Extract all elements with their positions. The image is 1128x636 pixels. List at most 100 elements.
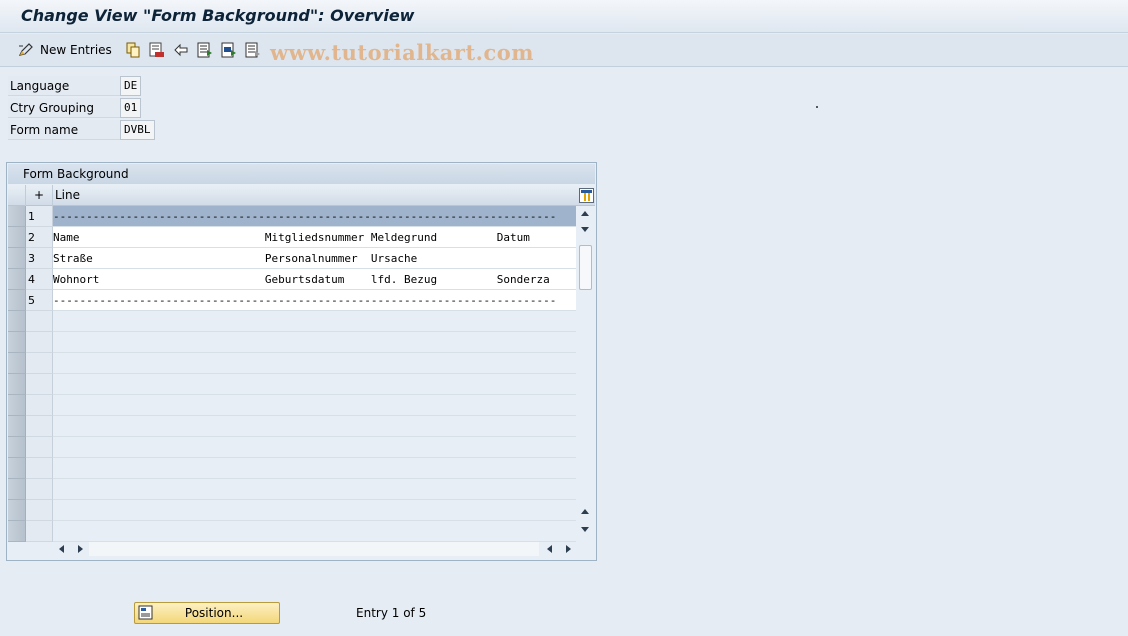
undo-button[interactable] xyxy=(173,40,189,60)
row-number xyxy=(26,521,53,542)
page-down-icon[interactable] xyxy=(581,227,589,232)
empty-row[interactable] xyxy=(8,500,576,521)
vertical-scrollbar[interactable] xyxy=(578,206,593,539)
select-block-button[interactable] xyxy=(221,40,237,60)
empty-row[interactable] xyxy=(8,458,576,479)
ctry-grouping-field[interactable]: 01 xyxy=(120,98,142,118)
row-number xyxy=(26,458,53,479)
empty-row[interactable] xyxy=(8,374,576,395)
row-selector[interactable] xyxy=(8,332,26,353)
row-selector[interactable] xyxy=(8,206,26,227)
scroll-left-end-icon[interactable] xyxy=(547,545,552,553)
line-cell[interactable]: ----------------------------------------… xyxy=(53,290,576,311)
line-cell[interactable] xyxy=(53,374,576,395)
empty-row[interactable] xyxy=(8,395,576,416)
line-cell[interactable] xyxy=(53,332,576,353)
position-button[interactable]: Position... xyxy=(134,602,280,624)
horizontal-scrollbar[interactable] xyxy=(54,542,574,556)
select-all-rows-cell[interactable] xyxy=(8,185,26,206)
empty-row[interactable] xyxy=(8,479,576,500)
line-cell[interactable] xyxy=(53,437,576,458)
line-cell[interactable] xyxy=(53,479,576,500)
line-cell[interactable]: Straße Personalnummer Ursache xyxy=(53,248,576,269)
delete-icon xyxy=(149,42,165,58)
line-cell[interactable] xyxy=(53,521,576,542)
line-cell[interactable] xyxy=(53,500,576,521)
row-number xyxy=(26,500,53,521)
edit-icon xyxy=(18,42,34,58)
column-header-line[interactable]: Line xyxy=(55,185,80,206)
table-control: Form Background + Line 1 ---------------… xyxy=(6,162,597,561)
row-number xyxy=(26,332,53,353)
row-selector[interactable] xyxy=(8,374,26,395)
line-cell[interactable] xyxy=(53,395,576,416)
copy-button[interactable] xyxy=(125,40,141,60)
scroll-left-icon[interactable] xyxy=(59,545,64,553)
row-number: 4 xyxy=(26,269,53,290)
new-entries-label: New Entries xyxy=(40,43,112,57)
select-block-icon xyxy=(221,42,237,58)
line-cell[interactable] xyxy=(53,353,576,374)
table-settings-icon[interactable] xyxy=(579,188,594,203)
position-button-label: Position... xyxy=(184,606,244,620)
language-row: Language DE xyxy=(8,76,142,96)
row-number: 2 xyxy=(26,227,53,248)
language-field[interactable]: DE xyxy=(120,76,142,96)
application-toolbar: New Entries www.tutorialkart.com xyxy=(0,34,1128,67)
row-selector[interactable] xyxy=(8,269,26,290)
delete-button[interactable] xyxy=(149,40,165,60)
row-number xyxy=(26,437,53,458)
line-cell[interactable] xyxy=(53,458,576,479)
new-entries-button[interactable]: New Entries xyxy=(18,40,112,60)
scroll-track[interactable] xyxy=(89,542,539,556)
table-row[interactable]: 5 --------------------------------------… xyxy=(8,290,576,311)
row-number xyxy=(26,374,53,395)
form-name-field[interactable]: DVBL xyxy=(120,120,155,140)
scroll-up-icon[interactable] xyxy=(581,211,589,216)
page-up-icon[interactable] xyxy=(581,509,589,514)
scroll-right-icon[interactable] xyxy=(78,545,83,553)
row-selector[interactable] xyxy=(8,290,26,311)
row-selector[interactable] xyxy=(8,227,26,248)
line-cell[interactable] xyxy=(53,311,576,332)
row-selector[interactable] xyxy=(8,521,26,542)
select-all-button[interactable] xyxy=(197,40,213,60)
table-row[interactable]: 4 Wohnort Geburtsdatum lfd. Bezug Sonder… xyxy=(8,269,576,290)
row-selector[interactable] xyxy=(8,248,26,269)
ctry-grouping-label: Ctry Grouping xyxy=(8,98,120,118)
row-selector[interactable] xyxy=(8,311,26,332)
scroll-right-end-icon[interactable] xyxy=(566,545,571,553)
empty-row[interactable] xyxy=(8,332,576,353)
empty-row[interactable] xyxy=(8,416,576,437)
language-label: Language xyxy=(8,76,120,96)
empty-row[interactable] xyxy=(8,353,576,374)
row-selector[interactable] xyxy=(8,395,26,416)
row-number: 1 xyxy=(26,206,53,227)
line-cell[interactable]: Wohnort Geburtsdatum lfd. Bezug Sonderza xyxy=(53,269,576,290)
deselect-all-button[interactable] xyxy=(245,40,261,60)
header-plus: + xyxy=(26,185,53,206)
line-cell[interactable]: Name Mitgliedsnummer Meldegrund Datum xyxy=(53,227,576,248)
empty-row[interactable] xyxy=(8,521,576,542)
row-selector[interactable] xyxy=(8,416,26,437)
copy-icon xyxy=(125,42,141,58)
line-cell[interactable]: ----------------------------------------… xyxy=(53,206,576,227)
row-selector[interactable] xyxy=(8,353,26,374)
row-selector[interactable] xyxy=(8,479,26,500)
empty-row[interactable] xyxy=(8,311,576,332)
title-bar: Change View "Form Background": Overview xyxy=(0,0,1128,33)
row-selector[interactable] xyxy=(8,500,26,521)
empty-row[interactable] xyxy=(8,437,576,458)
page-title: Change View "Form Background": Overview xyxy=(21,6,415,25)
table-row[interactable]: 1 --------------------------------------… xyxy=(8,206,576,227)
scroll-thumb[interactable] xyxy=(579,245,592,290)
table-row[interactable]: 2 Name Mitgliedsnummer Meldegrund Datum xyxy=(8,227,576,248)
row-selector[interactable] xyxy=(8,437,26,458)
table-header: + Line xyxy=(8,185,595,206)
scroll-down-icon[interactable] xyxy=(581,527,589,532)
table-row[interactable]: 3 Straße Personalnummer Ursache xyxy=(8,248,576,269)
deselect-all-icon xyxy=(245,42,261,58)
row-selector[interactable] xyxy=(8,458,26,479)
watermark-text: www.tutorialkart.com xyxy=(270,40,534,65)
line-cell[interactable] xyxy=(53,416,576,437)
